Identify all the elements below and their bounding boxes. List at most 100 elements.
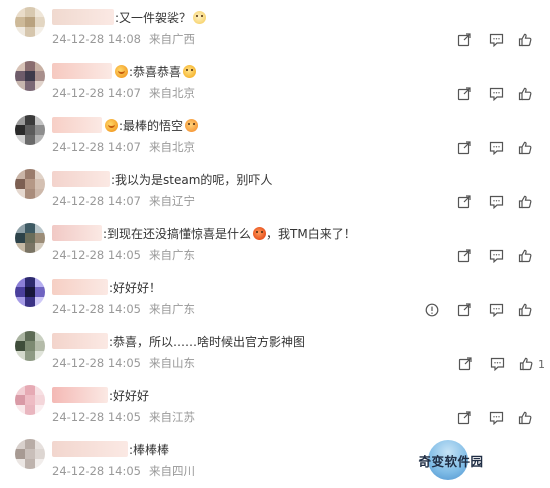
comment-meta: 24-12-28 14:07 来自北京 [52, 139, 195, 155]
comment-icon[interactable] [488, 86, 504, 102]
comment-meta: 24-12-28 14:05 来自山东 [52, 355, 195, 371]
user-avatar[interactable] [15, 61, 45, 91]
user-avatar[interactable] [15, 277, 45, 307]
user-avatar[interactable] [15, 7, 45, 37]
comment-time: 24-12-28 14:05 [52, 410, 141, 424]
like-icon[interactable] [517, 32, 533, 48]
comment-meta: 24-12-28 14:07 来自北京 [52, 85, 195, 101]
like-button[interactable] [517, 140, 533, 156]
user-avatar[interactable] [15, 385, 45, 415]
comment-body: :我以为是steam的呢，别吓人 24-12-28 14:07 来自辽宁 [52, 164, 550, 218]
comment-content: :好好好！ [52, 278, 161, 296]
username-blurred[interactable] [52, 387, 108, 403]
comment-location: 来自北京 [149, 140, 195, 154]
like-icon[interactable] [517, 86, 533, 102]
comment-actions [440, 194, 533, 210]
comment-time: 24-12-28 14:05 [52, 464, 141, 478]
like-icon[interactable] [517, 140, 533, 156]
comment-body: :恭喜恭喜 24-12-28 14:07 来自北京 [52, 56, 550, 110]
fan-badge-icon [115, 64, 128, 78]
comment-location: 来自广东 [149, 302, 195, 316]
share-icon[interactable] [456, 32, 472, 48]
like-icon[interactable] [518, 356, 534, 372]
share-icon[interactable] [456, 194, 472, 210]
user-avatar[interactable] [15, 223, 45, 253]
share-icon[interactable] [456, 140, 472, 156]
username-blurred[interactable] [52, 225, 102, 241]
like-button[interactable] [517, 248, 533, 264]
comment-text: :棒棒棒 [129, 442, 170, 457]
share-icon[interactable] [456, 86, 472, 102]
comment-item: :我以为是steam的呢，别吓人 24-12-28 14:07 来自辽宁 [0, 164, 550, 218]
comment-body: :最棒的悟空 24-12-28 14:07 来自北京 [52, 110, 550, 164]
like-icon[interactable] [517, 302, 533, 318]
username-blurred[interactable] [52, 279, 108, 295]
comment-location: 来自山东 [149, 356, 195, 370]
comment-icon[interactable] [489, 356, 505, 372]
comment-icon[interactable] [488, 140, 504, 156]
username-blurred[interactable] [52, 441, 128, 457]
angry-face-icon [253, 226, 267, 240]
comment-content: :恭喜恭喜 [52, 62, 197, 80]
user-avatar[interactable] [15, 439, 45, 469]
comment-body: :恭喜，所以……啥时候出官方影神图 24-12-28 14:05 来自山东 1 [52, 326, 550, 380]
username-blurred[interactable] [52, 9, 114, 25]
share-icon[interactable] [456, 302, 472, 318]
comment-time: 24-12-28 14:08 [52, 32, 141, 46]
comment-text: :又一件袈裟？ [115, 10, 192, 25]
like-icon[interactable] [517, 410, 533, 426]
like-button[interactable] [517, 410, 533, 426]
comment-location: 来自辽宁 [149, 194, 195, 208]
comment-meta: 24-12-28 14:07 来自辽宁 [52, 193, 195, 209]
comment-icon[interactable] [488, 302, 504, 318]
report-icon[interactable] [424, 302, 440, 318]
username-blurred[interactable] [52, 171, 110, 187]
comment-time: 24-12-28 14:05 [52, 302, 141, 316]
comment-icon[interactable] [488, 194, 504, 210]
username-blurred[interactable] [52, 333, 108, 349]
comment-text: :恭喜恭喜 [129, 64, 182, 79]
like-icon[interactable] [517, 248, 533, 264]
like-icon[interactable] [517, 194, 533, 210]
comment-actions [440, 140, 533, 156]
user-avatar[interactable] [15, 169, 45, 199]
comment-content: :棒棒棒 [52, 440, 169, 458]
comment-content: :最棒的悟空 [52, 116, 199, 134]
username-blurred[interactable] [52, 63, 112, 79]
comment-body: :好好好 24-12-28 14:05 来自江苏 [52, 380, 550, 434]
user-avatar[interactable] [15, 331, 45, 361]
comment-actions [440, 248, 533, 264]
comment-body: :好好好！ 24-12-28 14:05 来自广东 [52, 272, 550, 326]
like-button[interactable] [517, 32, 533, 48]
comment-body: :又一件袈裟？ 24-12-28 14:08 来自广西 [52, 2, 550, 56]
like-button[interactable] [517, 86, 533, 102]
like-button[interactable]: 1 [518, 356, 545, 372]
comment-text: :恭喜，所以……啥时候出官方影神图 [109, 334, 306, 349]
comment-item: :恭喜恭喜 24-12-28 14:07 来自北京 [0, 56, 550, 110]
comment-content: :好好好 [52, 386, 149, 404]
fan-badge-icon [105, 118, 118, 132]
comment-item: :好好好！ 24-12-28 14:05 来自广东 [0, 272, 550, 326]
comment-location: 来自广东 [149, 248, 195, 262]
comment-meta: 24-12-28 14:05 来自广东 [52, 301, 195, 317]
share-icon[interactable] [457, 356, 473, 372]
love-face-icon [185, 118, 199, 132]
comment-location: 来自北京 [149, 86, 195, 100]
share-icon[interactable] [456, 248, 472, 264]
comment-body: :到现在还没搞懂惊喜是什么 ，我TM白来了！ 24-12-28 14:05 来自广东 [52, 218, 550, 272]
comment-icon[interactable] [488, 410, 504, 426]
comment-meta: 24-12-28 14:05 来自江苏 [52, 409, 195, 425]
watermark: 奇变软件园 [406, 440, 496, 480]
comment-time: 24-12-28 14:05 [52, 248, 141, 262]
comment-text-continued: ，我TM白来了！ [266, 226, 356, 241]
like-button[interactable] [517, 194, 533, 210]
comment-meta: 24-12-28 14:08 来自广西 [52, 31, 195, 47]
comment-icon[interactable] [488, 248, 504, 264]
like-button[interactable] [517, 302, 533, 318]
user-avatar[interactable] [15, 115, 45, 145]
comment-time: 24-12-28 14:07 [52, 140, 141, 154]
comment-time: 24-12-28 14:07 [52, 194, 141, 208]
username-blurred[interactable] [52, 117, 102, 133]
share-icon[interactable] [456, 410, 472, 426]
comment-icon[interactable] [488, 32, 504, 48]
